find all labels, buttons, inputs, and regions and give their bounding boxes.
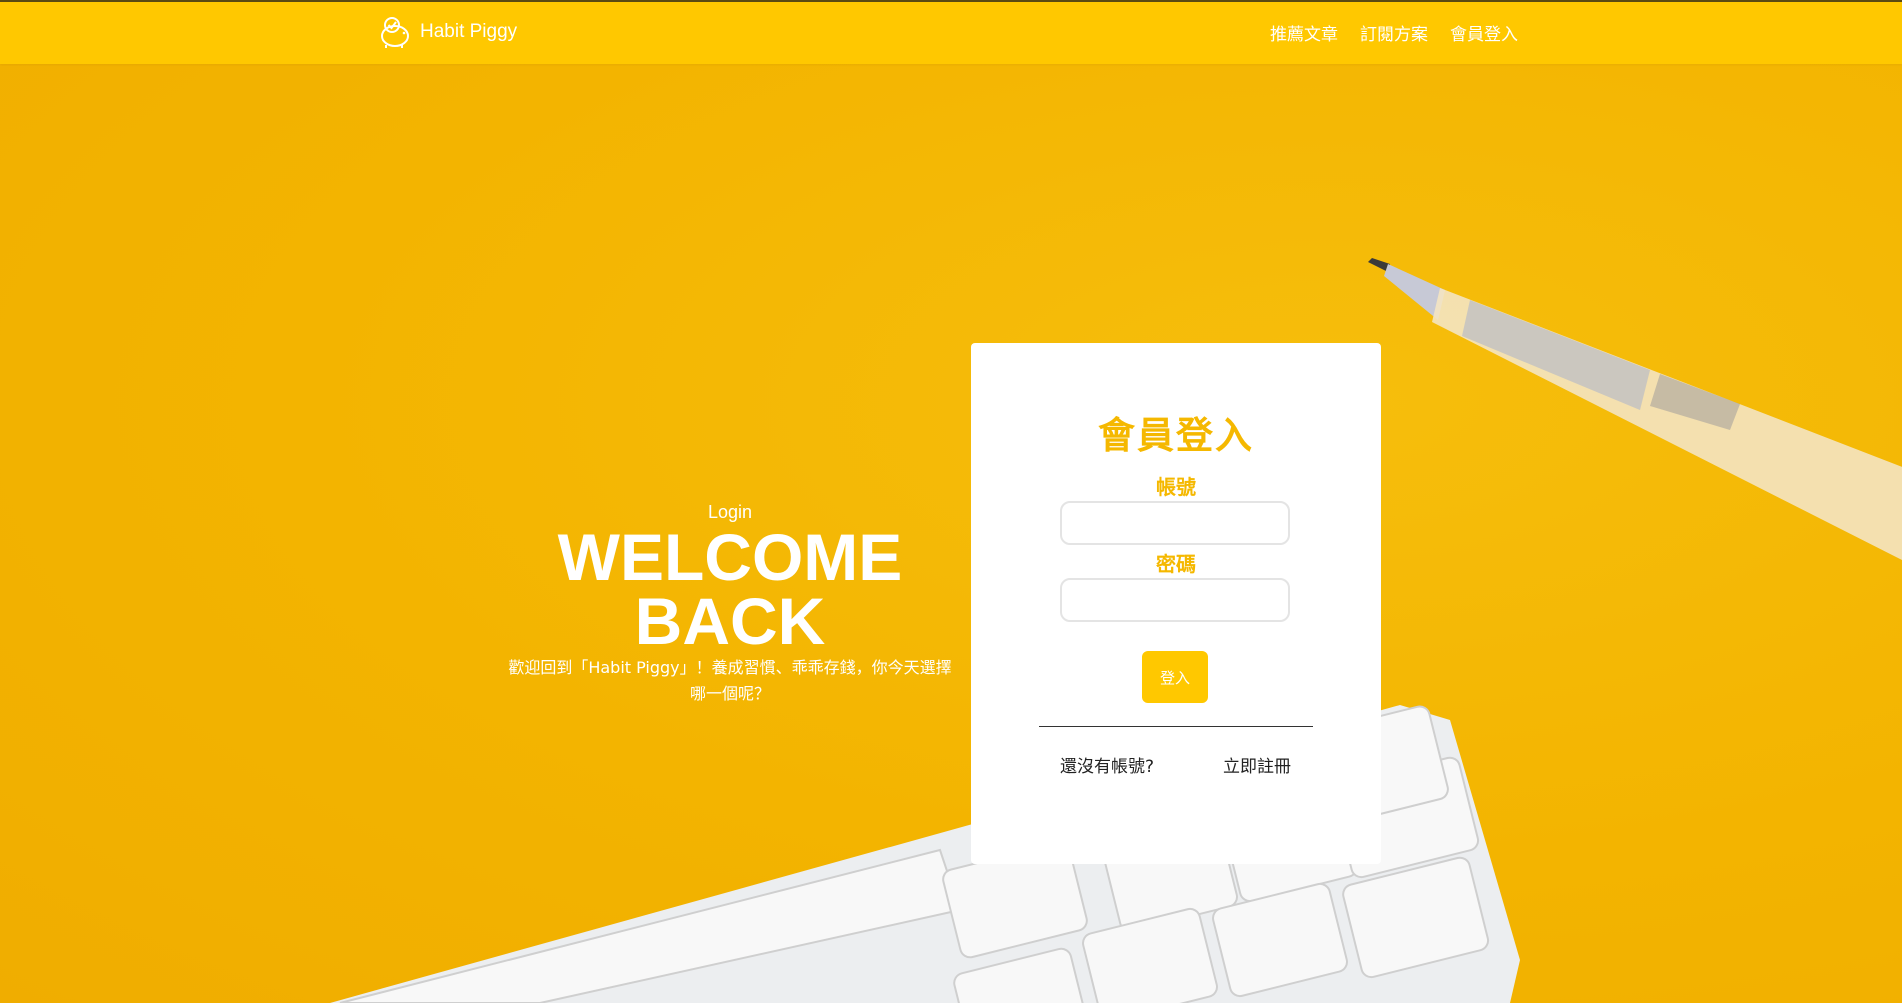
background-scene <box>0 0 1902 1003</box>
brand-logo-link[interactable]: Habit Piggy <box>378 12 517 52</box>
pen-illustration <box>1368 258 1902 560</box>
nav-link-articles[interactable]: 推薦文章 <box>1270 20 1338 45</box>
account-input[interactable] <box>1060 501 1290 545</box>
desk-illustration <box>330 258 1902 1003</box>
divider <box>1039 726 1313 727</box>
nav-links: 推薦文章 訂閱方案 會員登入 <box>1270 20 1518 45</box>
nav-link-plans[interactable]: 訂閱方案 <box>1360 20 1428 45</box>
password-label: 密碼 <box>1156 552 1196 576</box>
piggy-icon <box>381 17 409 48</box>
register-link[interactable]: 立即註冊 <box>1223 752 1291 777</box>
account-label: 帳號 <box>1156 475 1196 499</box>
hero-description: 歡迎回到「Habit Piggy」！養成習慣、乖乖存錢，你今天選擇哪一個呢？ <box>508 658 952 703</box>
hero-title: WELCOME BACK <box>557 520 903 658</box>
top-navbar: Habit Piggy 推薦文章 訂閱方案 會員登入 <box>0 0 1902 64</box>
login-submit-button[interactable]: 登入 <box>1142 651 1208 703</box>
password-input[interactable] <box>1060 578 1290 622</box>
nav-link-login[interactable]: 會員登入 <box>1450 20 1518 45</box>
login-card: 會員登入 帳號 密碼 登入 還沒有帳號? 立即註冊 <box>971 343 1381 864</box>
brand-name: Habit Piggy <box>420 21 518 42</box>
login-card-title: 會員登入 <box>1098 414 1254 457</box>
no-account-text: 還沒有帳號? <box>1060 757 1155 777</box>
